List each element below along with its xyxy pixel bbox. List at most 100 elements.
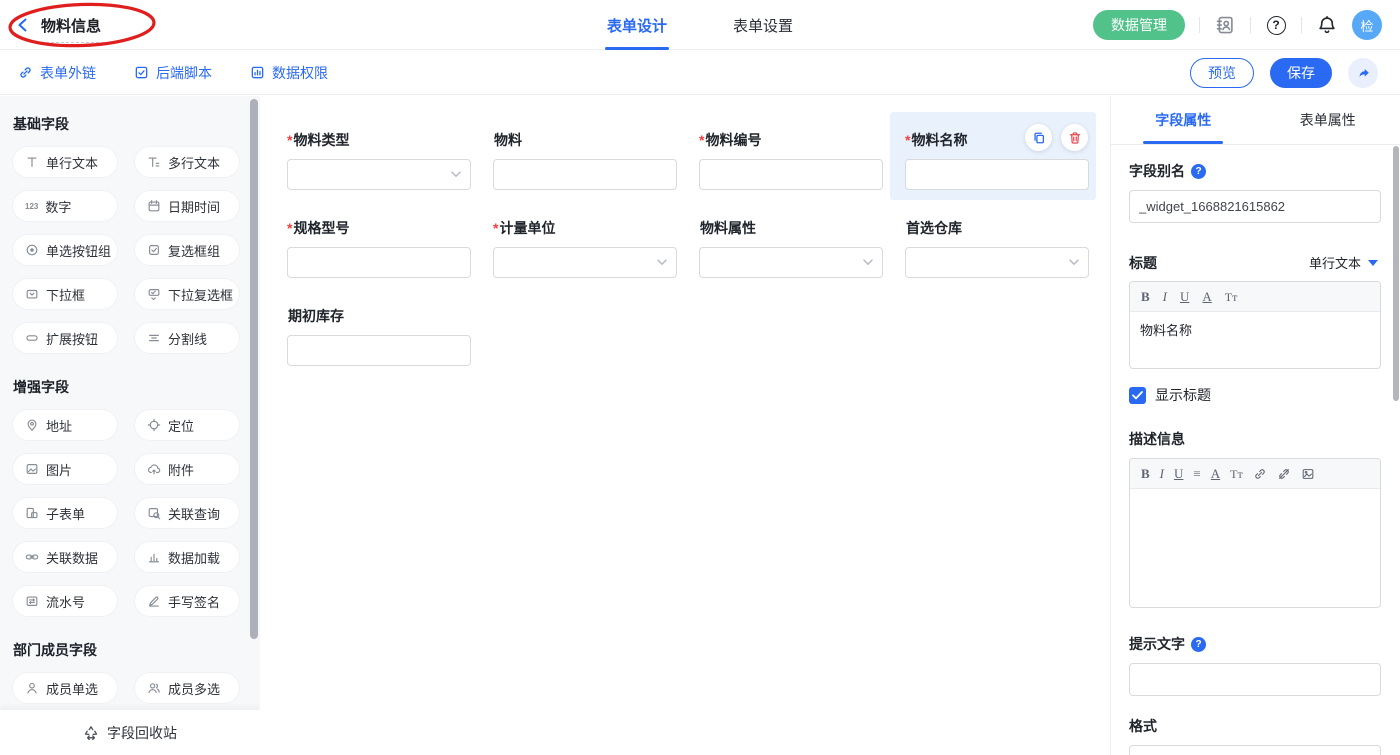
font-size-icon[interactable]: Tт <box>1225 291 1238 303</box>
italic-icon[interactable]: I <box>1163 290 1167 303</box>
crosshair-icon <box>147 418 161 432</box>
sidebar-item-dropdown-multi[interactable]: 下拉复选框 <box>135 279 239 309</box>
sidebar-item-single-line-text[interactable]: 单行文本 <box>13 147 117 177</box>
field-type-dropdown[interactable]: 单行文本 <box>1299 248 1380 277</box>
panel-scrollbar[interactable] <box>1393 146 1399 401</box>
field-alias-input[interactable] <box>1129 190 1381 223</box>
field-alias-help-icon[interactable]: ? <box>1191 164 1206 179</box>
remove-link-icon[interactable] <box>1277 467 1291 481</box>
serial-number-icon <box>25 594 39 608</box>
sidebar-item-radio-group[interactable]: 单选按钮组 <box>13 235 117 265</box>
unit-select[interactable] <box>493 247 677 278</box>
section-title-enhanced-fields: 增强字段 <box>13 377 240 397</box>
sidebar-item-linked-data[interactable]: 关联数据 <box>13 542 117 572</box>
form-grid: *物料类型 物料 *物料编号 *物料名称 <box>260 96 1110 376</box>
material-name-input[interactable] <box>905 159 1089 190</box>
sidebar-item-image[interactable]: 图片 <box>13 454 117 484</box>
sidebar-item-serial-number[interactable]: 流水号 <box>13 586 117 616</box>
font-size-icon[interactable]: Tт <box>1230 468 1243 480</box>
link-icon <box>18 65 33 80</box>
show-title-checkbox[interactable] <box>1129 387 1146 404</box>
dropdown-multi-icon <box>147 287 161 301</box>
cloud-upload-icon <box>147 462 161 476</box>
canvas-field-material[interactable]: 物料 <box>478 112 684 200</box>
font-color-icon[interactable]: A <box>1202 290 1211 303</box>
material-code-input[interactable] <box>699 159 883 190</box>
chevron-down-icon <box>863 259 873 266</box>
contacts-book-icon[interactable] <box>1214 14 1236 36</box>
save-button[interactable]: 保存 <box>1270 58 1332 88</box>
main-layout: 基础字段 单行文本 多行文本 123数字 日期时间 单选按钮组 复选框组 下拉框… <box>0 96 1400 755</box>
bold-icon[interactable]: B <box>1141 290 1150 303</box>
preview-button[interactable]: 预览 <box>1190 58 1254 88</box>
material-attr-select[interactable] <box>699 247 883 278</box>
align-icon[interactable]: ≡ <box>1193 467 1200 480</box>
font-color-icon[interactable]: A <box>1211 467 1220 480</box>
sidebar-item-member-single[interactable]: 成员单选 <box>13 673 117 703</box>
canvas-field-material-code[interactable]: *物料编号 <box>684 112 890 200</box>
underline-icon[interactable]: U <box>1180 290 1189 303</box>
notification-bell-icon[interactable] <box>1316 14 1338 36</box>
canvas-field-unit[interactable]: *计量单位 <box>478 200 684 288</box>
show-title-row: 显示标题 <box>1129 385 1380 405</box>
material-type-select[interactable] <box>287 159 471 190</box>
sidebar-item-datetime[interactable]: 日期时间 <box>135 191 239 221</box>
sidebar-scrollbar[interactable] <box>250 99 258 639</box>
insert-image-icon[interactable] <box>1301 467 1315 481</box>
user-avatar[interactable]: 检 <box>1352 10 1382 40</box>
canvas-field-opening-stock[interactable]: 期初库存 <box>272 288 478 376</box>
opening-stock-input[interactable] <box>287 335 471 366</box>
member-fields-grid: 成员单选 成员多选 <box>13 673 240 703</box>
sidebar-item-attachment[interactable]: 附件 <box>135 454 239 484</box>
canvas-field-preferred-warehouse[interactable]: 首选仓库 <box>890 200 1096 288</box>
help-icon[interactable]: ? <box>1265 14 1287 36</box>
sidebar-item-subform[interactable]: 子表单 <box>13 498 117 528</box>
tab-form-design[interactable]: 表单设计 <box>607 0 667 50</box>
canvas-field-material-type[interactable]: *物料类型 <box>272 112 478 200</box>
sidebar-item-linked-query[interactable]: 关联查询 <box>135 498 239 528</box>
sidebar-item-address[interactable]: 地址 <box>13 410 117 440</box>
form-external-link[interactable]: 表单外链 <box>18 63 96 83</box>
trash-icon <box>1068 131 1082 145</box>
sidebar-item-multi-line-text[interactable]: 多行文本 <box>135 147 239 177</box>
sidebar-item-location[interactable]: 定位 <box>135 410 239 440</box>
divider <box>1250 17 1251 33</box>
sidebar-item-number[interactable]: 123数字 <box>13 191 117 221</box>
field-recycle-bin[interactable]: 字段回收站 <box>0 710 260 755</box>
underline-icon[interactable]: U <box>1174 467 1183 480</box>
tab-form-settings[interactable]: 表单设置 <box>733 0 793 50</box>
sidebar-item-divider[interactable]: 分割线 <box>135 323 239 353</box>
bold-icon[interactable]: B <box>1141 467 1150 480</box>
spec-model-input[interactable] <box>287 247 471 278</box>
sidebar-item-member-multi[interactable]: 成员多选 <box>135 673 239 703</box>
title-editor-content[interactable]: 物料名称 <box>1130 312 1380 368</box>
form-canvas[interactable]: *物料类型 物料 *物料编号 *物料名称 <box>260 96 1110 755</box>
backend-script-link[interactable]: 后端脚本 <box>134 63 212 83</box>
hint-text-help-icon[interactable]: ? <box>1191 637 1206 652</box>
share-button[interactable] <box>1348 58 1378 88</box>
data-manage-button[interactable]: 数据管理 <box>1093 10 1185 40</box>
sidebar-item-checkbox-group[interactable]: 复选框组 <box>135 235 239 265</box>
preferred-warehouse-select[interactable] <box>905 247 1089 278</box>
italic-icon[interactable]: I <box>1160 467 1164 480</box>
tab-field-properties[interactable]: 字段属性 <box>1111 96 1256 144</box>
tab-form-properties[interactable]: 表单属性 <box>1256 96 1400 144</box>
insert-link-icon[interactable] <box>1253 467 1267 481</box>
property-panel: 字段属性 表单属性 字段别名 ? 标题 单行文本 <box>1110 96 1400 755</box>
format-select[interactable]: 无 <box>1129 745 1381 755</box>
description-editor-content[interactable] <box>1130 489 1380 607</box>
required-mark: * <box>287 132 292 148</box>
delete-field-button[interactable] <box>1061 124 1088 151</box>
hint-text-input[interactable] <box>1129 663 1381 696</box>
sidebar-item-signature[interactable]: 手写签名 <box>135 586 239 616</box>
material-input[interactable] <box>493 159 677 190</box>
multi-line-text-icon <box>147 155 161 169</box>
sidebar-item-data-load[interactable]: 数据加载 <box>135 542 239 572</box>
copy-field-button[interactable] <box>1025 124 1052 151</box>
sidebar-item-dropdown[interactable]: 下拉框 <box>13 279 117 309</box>
canvas-field-material-name-selected[interactable]: *物料名称 <box>890 112 1096 200</box>
canvas-field-spec-model[interactable]: *规格型号 <box>272 200 478 288</box>
canvas-field-material-attr[interactable]: 物料属性 <box>684 200 890 288</box>
sidebar-item-extend-button[interactable]: 扩展按钮 <box>13 323 117 353</box>
data-permission-link[interactable]: 数据权限 <box>250 63 328 83</box>
